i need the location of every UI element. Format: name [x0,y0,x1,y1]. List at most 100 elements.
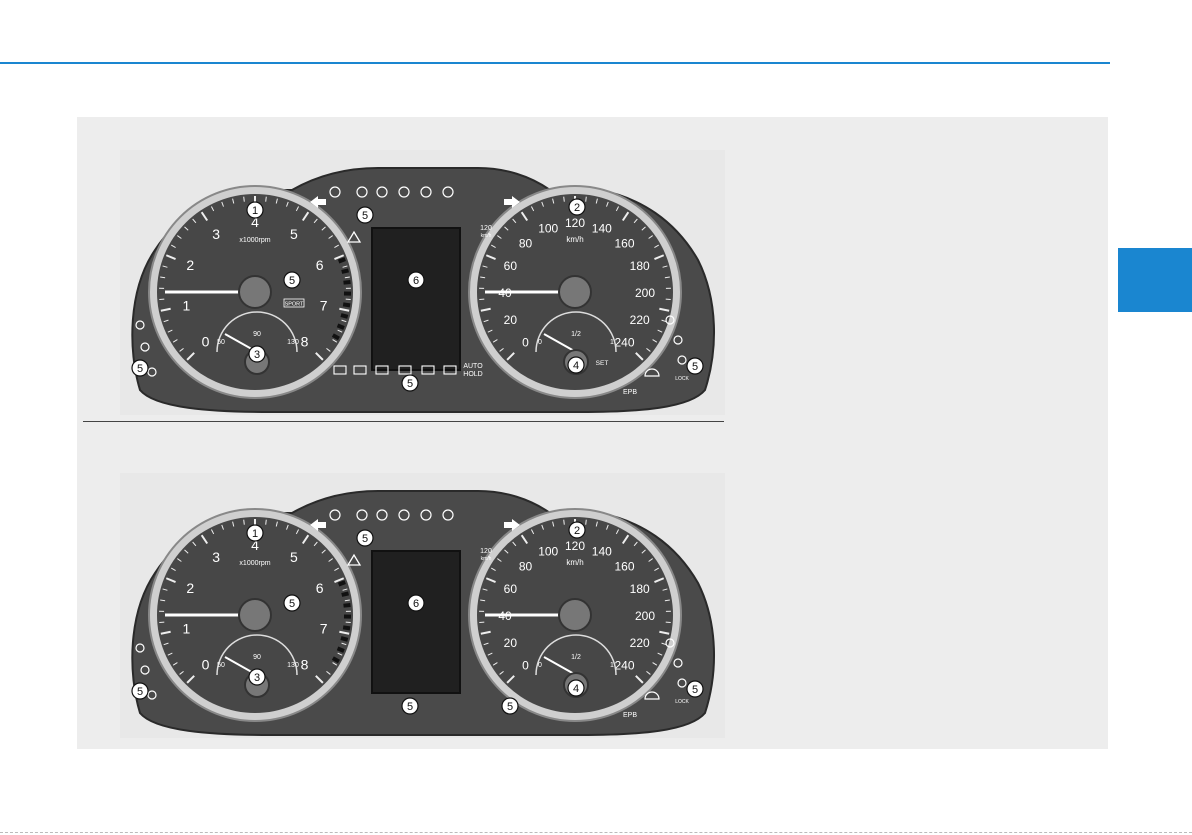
speed-limit-unit: km/h [481,233,492,239]
tach-number: 8 [301,333,309,349]
redline-segment [343,602,351,608]
redline-segment [343,279,351,285]
speed-number: 220 [630,313,650,327]
callout-5: 5 [686,680,704,698]
callout-4: 4 [567,356,585,374]
callout-5: 5 [356,529,374,547]
auto-hold-label-2: HOLD [463,371,482,378]
callout-number: 4 [573,683,579,695]
tach-number: 3 [212,226,220,242]
callout-number: 5 [362,210,368,222]
speedometer-tick [563,196,565,202]
callout-number: 5 [407,701,413,713]
fuel-empty: 0 [538,339,542,346]
tach-number: 0 [202,333,210,349]
redline-segment [336,646,345,653]
set-label: SET [596,360,609,367]
speed-number: 180 [630,582,650,596]
lock-label: LOCK [675,699,689,705]
lock-label: LOCK [675,376,689,382]
tach-number: 1 [182,621,190,637]
needle-hub [558,598,592,632]
callout-number: 1 [252,205,258,217]
callout-number: 4 [573,360,579,372]
speed-number: 220 [630,636,650,650]
needle-hub [238,275,272,309]
fuel-full: 1 [610,662,614,669]
tach-number: 0 [202,656,210,672]
callout-1: 1 [246,201,264,219]
speed-limit-unit: km/h [481,556,492,562]
speed-number: 140 [592,544,612,558]
speed-number: 200 [635,609,655,623]
tach-number: 6 [316,257,324,273]
redline-segment [341,591,349,597]
tach-number: 3 [212,549,220,565]
redline-segment [341,268,349,274]
fuel-half: 1/2 [571,331,581,338]
speed-number: 240 [614,658,634,672]
cluster-top: 012345678x1000rpm02040608010012014016018… [120,150,725,415]
epb-label: EPB [623,712,637,719]
redline-segment [337,257,346,264]
callout-number: 5 [692,361,698,373]
callout-number: 5 [362,533,368,545]
speed-number: 0 [522,658,529,672]
tach-number: 7 [320,621,328,637]
speed-number: 140 [592,221,612,235]
callout-5: 5 [131,359,149,377]
callout-5: 5 [401,697,419,715]
speed-number: 240 [614,335,634,349]
callout-5: 5 [131,682,149,700]
tach-number: 7 [320,298,328,314]
fuel-empty: 0 [538,662,542,669]
callout-number: 5 [407,378,413,390]
speed-number: 120 [565,216,585,230]
callout-3: 3 [248,345,266,363]
callout-6: 6 [407,594,425,612]
callout-5: 5 [356,206,374,224]
callout-number: 2 [574,202,580,214]
temp-high: 130 [287,339,299,346]
chapter-tab [1118,248,1192,312]
tach-number: 6 [316,580,324,596]
info-display [371,550,461,694]
temp-low: 50 [217,339,225,346]
tach-number: 5 [290,226,298,242]
redline-segment [342,625,351,631]
auto-hold-label: AUTO [463,363,483,370]
tachometer-tick [265,196,267,202]
fuel-full: 1 [610,339,614,346]
callout-2: 2 [568,521,586,539]
callout-number: 5 [692,684,698,696]
speed-limit-value: 120 [480,548,492,555]
speed-number: 160 [614,237,634,251]
redline-segment [342,302,351,308]
info-display [371,227,461,371]
needle-hub [238,598,272,632]
callout-4: 4 [567,679,585,697]
header-rule [0,62,1110,64]
tachometer-tick [243,196,245,202]
tach-number: 5 [290,549,298,565]
speed-number: 80 [519,237,533,251]
figure-divider [83,421,724,422]
callout-5: 5 [401,374,419,392]
redline-segment [337,580,346,587]
cluster-svg: 012345678x1000rpm02040608010012014016018… [120,150,725,415]
callout-number: 6 [413,275,419,287]
speed-unit: km/h [566,558,583,567]
callout-5: 5 [501,697,519,715]
callout-5: 5 [686,357,704,375]
redline-segment [340,636,349,642]
speed-number: 100 [538,544,558,558]
speed-number: 0 [522,335,529,349]
tach-number: 1 [182,298,190,314]
speed-number: 180 [630,259,650,273]
speedometer-tick [563,519,565,525]
speed-number: 20 [504,313,518,327]
callout-number: 5 [507,701,513,713]
speedometer-tick [585,519,587,525]
speed-number: 60 [504,582,518,596]
tachometer-tick [265,519,267,525]
